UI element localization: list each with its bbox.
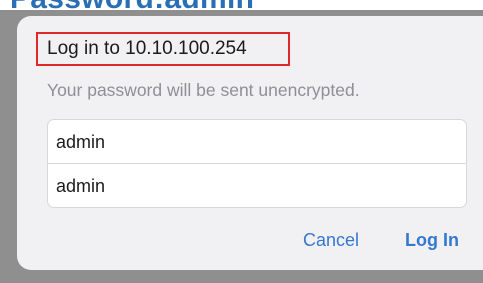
screenshot-canvas: Password:admin Log in to 10.10.100.254 Y…	[0, 0, 483, 283]
cancel-button[interactable]: Cancel	[303, 230, 359, 251]
login-dialog: Log in to 10.10.100.254 Your password wi…	[17, 16, 483, 270]
password-field[interactable]	[48, 164, 466, 207]
dialog-title: Log in to 10.10.100.254	[47, 38, 247, 59]
credential-fields	[47, 119, 467, 208]
log-in-button[interactable]: Log In	[405, 230, 459, 251]
username-field[interactable]	[48, 120, 466, 164]
dialog-message: Your password will be sent unencrypted.	[47, 80, 360, 100]
